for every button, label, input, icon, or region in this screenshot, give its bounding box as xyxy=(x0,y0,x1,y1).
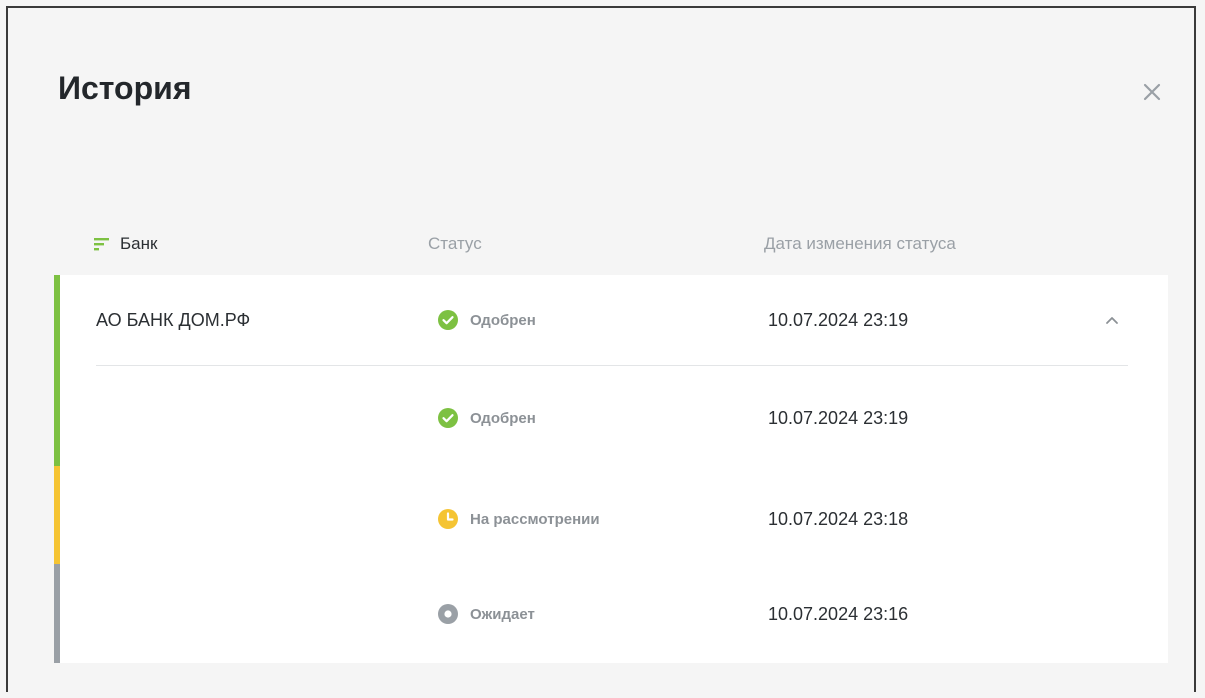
status-date: 10.07.2024 23:18 xyxy=(768,508,909,529)
status-cell: Одобрен xyxy=(438,373,536,463)
status-label: Одобрен xyxy=(470,409,536,427)
table-row: На рассмотрении 10.07.2024 23:18 xyxy=(54,474,1168,564)
close-icon xyxy=(1143,83,1161,101)
column-header-bank-label: Банк xyxy=(120,234,158,253)
status-label: Одобрен xyxy=(470,311,536,329)
bank-name: АО БАНК ДОМ.РФ xyxy=(96,309,251,330)
close-button[interactable] xyxy=(1134,74,1170,110)
filter-icon xyxy=(94,238,109,251)
table-row: Ожидает 10.07.2024 23:16 xyxy=(54,569,1168,659)
table-row[interactable]: АО БАНК ДОМ.РФ Одобрен 10.07.2024 23:19 xyxy=(54,275,1168,366)
status-date: 10.07.2024 23:16 xyxy=(768,603,909,624)
status-label: Ожидает xyxy=(470,605,535,623)
chevron-up-icon xyxy=(1106,317,1118,324)
status-date: 10.07.2024 23:19 xyxy=(768,309,909,330)
collapse-button[interactable] xyxy=(1104,275,1120,365)
check-circle-icon xyxy=(438,310,458,330)
row-divider xyxy=(96,365,1128,366)
status-date: 10.07.2024 23:19 xyxy=(768,407,909,428)
status-cell: На рассмотрении xyxy=(438,474,600,564)
history-table: АО БАНК ДОМ.РФ Одобрен 10.07.2024 23:19 xyxy=(54,275,1168,663)
history-modal: История Банк Статус Дата изменения стату… xyxy=(6,6,1196,692)
column-header-date: Дата изменения статуса xyxy=(764,234,956,253)
pending-dot-icon xyxy=(438,604,458,624)
table-row: Одобрен 10.07.2024 23:19 xyxy=(54,373,1168,463)
status-cell: Одобрен xyxy=(438,275,536,365)
status-label: На рассмотрении xyxy=(470,510,600,528)
column-header-status: Статус xyxy=(428,234,482,253)
column-header-bank[interactable]: Банк xyxy=(94,234,157,254)
check-circle-icon xyxy=(438,408,458,428)
modal-title: История xyxy=(58,70,192,106)
clock-icon xyxy=(438,509,458,529)
status-cell: Ожидает xyxy=(438,569,535,659)
